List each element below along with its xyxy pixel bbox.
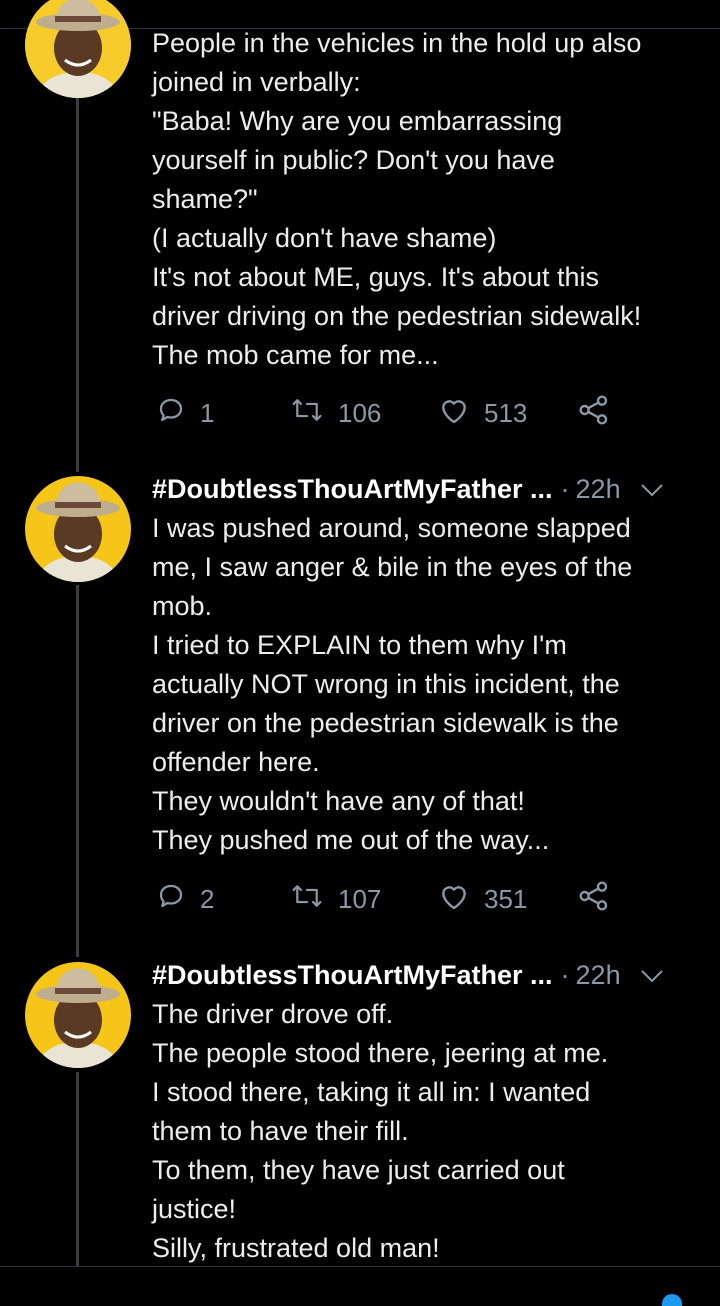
reply-count: 2 <box>200 883 215 914</box>
heart-icon <box>438 881 470 918</box>
tweet-line: They pushed me out of the way... <box>152 825 550 855</box>
tweet-text: The driver drove off. The people stood t… <box>152 995 712 1268</box>
tweet-line: The driver drove off. <box>152 999 394 1029</box>
compose-fab-edge[interactable] <box>662 1294 682 1306</box>
retweet-icon <box>290 395 324 432</box>
like-count: 351 <box>484 883 528 914</box>
tweet-line: them to have their fill. <box>152 1116 409 1146</box>
tweet-line: joined in verbally: <box>152 67 361 97</box>
chevron-down-icon[interactable] <box>639 968 665 984</box>
tweet-actions: 1 106 513 <box>152 393 652 433</box>
tweet-text: I was pushed around, someone slapped me,… <box>152 509 712 860</box>
share-button[interactable] <box>578 393 610 433</box>
tweet-actions: 2 107 351 <box>152 879 652 919</box>
share-button[interactable] <box>578 879 610 919</box>
timestamp[interactable]: 22h <box>576 474 621 505</box>
tweet-text: People in the vehicles in the hold up al… <box>152 24 712 375</box>
tweet-line: To them, they have just carried out <box>152 1155 565 1185</box>
timestamp[interactable]: 22h <box>576 960 621 991</box>
tweet-line: I tried to EXPLAIN to them why I'm <box>152 630 567 660</box>
share-icon <box>578 880 610 918</box>
like-count: 513 <box>484 397 528 428</box>
avatar[interactable] <box>25 962 131 1068</box>
tweet-body[interactable]: People in the vehicles in the hold up al… <box>152 24 712 375</box>
share-icon <box>578 394 610 432</box>
like-button[interactable]: 513 <box>438 393 527 433</box>
retweet-count: 106 <box>338 397 382 428</box>
tweet-line: (I actually don't have shame) <box>152 223 497 253</box>
tweet-line: I was pushed around, someone slapped <box>152 513 631 543</box>
tweet-line: They wouldn't have any of that! <box>152 786 525 816</box>
reply-button[interactable]: 1 <box>156 393 214 433</box>
retweet-count: 107 <box>338 883 382 914</box>
retweet-button[interactable]: 106 <box>290 393 381 433</box>
tweet-line: The people stood there, jeering at me. <box>152 1038 609 1068</box>
reply-icon <box>156 881 186 918</box>
tweet-body[interactable]: #DoubtlessThouArtMyFather ... · 22h I wa… <box>152 470 712 860</box>
tweet-line: justice! <box>152 1194 237 1224</box>
tweet-line: driver driving on the pedestrian sidewal… <box>152 301 642 331</box>
bottom-divider <box>0 1266 720 1267</box>
tweet-line: actually NOT wrong in this incident, the <box>152 669 620 699</box>
tweet-line: mob. <box>152 591 213 621</box>
author-name[interactable]: #DoubtlessThouArtMyFather ... <box>152 474 553 505</box>
header-separator: · <box>560 960 570 990</box>
reply-count: 1 <box>200 397 215 428</box>
avatar[interactable] <box>25 0 131 98</box>
tweet-line: I stood there, taking it all in: I wante… <box>152 1077 591 1107</box>
chevron-down-icon[interactable] <box>639 482 665 498</box>
tweet-line: Silly, frustrated old man! <box>152 1233 440 1263</box>
reply-button[interactable]: 2 <box>156 879 214 919</box>
thread-line <box>76 1072 79 1266</box>
thread-line <box>76 585 79 957</box>
avatar[interactable] <box>25 476 131 582</box>
tweet-line: driver on the pedestrian sidewalk is the <box>152 708 619 738</box>
tweet-line: yourself in public? Don't you have <box>152 145 555 175</box>
tweet-line: People in the vehicles in the hold up al… <box>152 28 642 58</box>
tweet-line: It's not about ME, guys. It's about this <box>152 262 600 292</box>
retweet-icon <box>290 881 324 918</box>
thread-line <box>76 98 79 472</box>
header-separator: · <box>560 474 570 504</box>
tweet-line: "Baba! Why are you embarrassing <box>152 106 563 136</box>
retweet-button[interactable]: 107 <box>290 879 381 919</box>
like-button[interactable]: 351 <box>438 879 527 919</box>
author-name[interactable]: #DoubtlessThouArtMyFather ... <box>152 960 553 991</box>
tweet-line: offender here. <box>152 747 320 777</box>
tweet-body[interactable]: #DoubtlessThouArtMyFather ... · 22h The … <box>152 956 712 1268</box>
tweet-line: me, I saw anger & bile in the eyes of th… <box>152 552 633 582</box>
heart-icon <box>438 395 470 432</box>
tweet-header: #DoubtlessThouArtMyFather ... · 22h <box>152 956 712 995</box>
tweet-line: The mob came for me... <box>152 340 439 370</box>
tweet-line: shame?" <box>152 184 258 214</box>
tweet-header: #DoubtlessThouArtMyFather ... · 22h <box>152 470 712 509</box>
reply-icon <box>156 395 186 432</box>
